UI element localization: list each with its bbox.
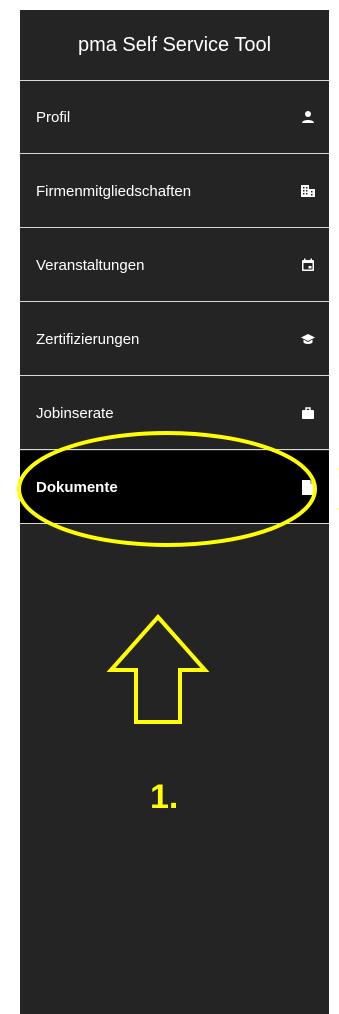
sidebar-item-zertifizierungen[interactable]: Zertifizierungen <box>20 303 329 376</box>
sidebar-item-label: Dokumente <box>36 478 118 496</box>
building-icon <box>300 183 316 199</box>
screenshot-stage: pma Self Service Tool Profil Firmenmitgl… <box>0 0 339 1014</box>
document-icon <box>300 479 316 495</box>
sidebar-item-dokumente[interactable]: Dokumente <box>20 451 329 524</box>
person-icon <box>300 109 316 125</box>
graduation-cap-icon <box>300 331 316 347</box>
sidebar-item-label: Profil <box>36 108 71 126</box>
sidebar-item-veranstaltungen[interactable]: Veranstaltungen <box>20 229 329 302</box>
step-number-label: 1. <box>150 778 179 816</box>
sidebar-item-label: Veranstaltungen <box>36 256 145 274</box>
sidebar: pma Self Service Tool Profil Firmenmitgl… <box>20 10 329 1014</box>
sidebar-item-label: Jobinserate <box>36 404 114 422</box>
sidebar-item-profil[interactable]: Profil <box>20 81 329 154</box>
sidebar-item-label: Zertifizierungen <box>36 330 140 348</box>
sidebar-item-label: Firmenmitgliedschaften <box>36 182 192 200</box>
sidebar-item-firmenmitgliedschaften[interactable]: Firmenmitgliedschaften <box>20 155 329 228</box>
app-title: pma Self Service Tool <box>20 10 329 81</box>
calendar-icon <box>300 257 316 273</box>
sidebar-item-jobinserate[interactable]: Jobinserate <box>20 377 329 450</box>
briefcase-icon <box>300 405 316 421</box>
